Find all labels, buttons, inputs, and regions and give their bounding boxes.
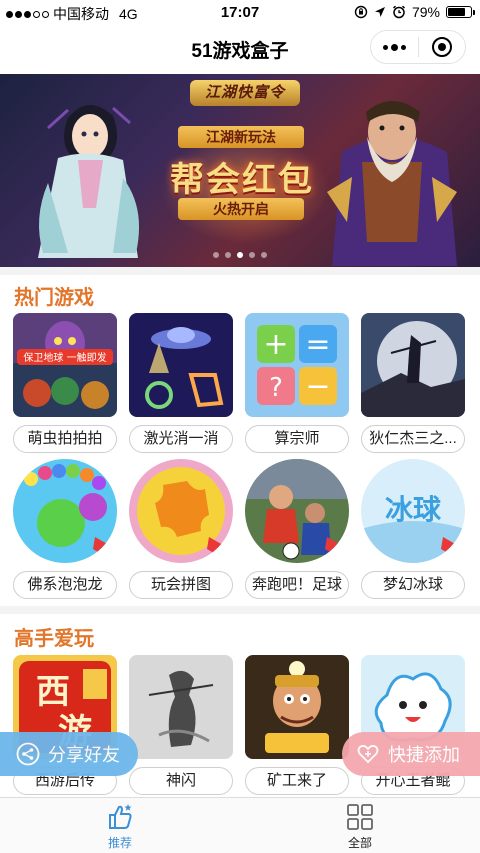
game-thumbnail: 冰球 [361,459,465,563]
banner-dot[interactable] [249,252,255,258]
tab-bar: 推荐 全部 [0,797,480,853]
game-name: 矿工来了 [245,767,349,795]
mini-program-capsule [370,30,466,64]
alarm-icon [392,5,405,19]
share-friends-button[interactable]: 分享好友 [0,732,138,776]
battery-fill [448,8,466,16]
game-thumbnail [13,459,117,563]
game-thumbnail [361,313,465,417]
banner-dot[interactable] [213,252,219,258]
game-name: 萌虫拍拍拍 [13,425,117,453]
section-title-pro: 高手爱玩 [14,628,94,650]
battery-icon [446,6,475,18]
location-arrow-icon [374,7,385,17]
game-thumbnail [129,313,233,417]
game-thumbnail [129,459,233,563]
female-warrior-illustration [38,104,140,258]
status-bar: 中国移动 4G 17:07 79% [0,0,480,24]
battery-percent: 79% [411,4,440,20]
game-name: 佛系泡泡龙 [13,571,117,599]
section-divider [0,267,480,275]
banner-subtitle: 江湖新玩法 [178,126,304,148]
game-name: 梦幻冰球 [361,571,465,599]
banner-dot[interactable] [237,252,243,258]
status-right: 79% [354,4,475,20]
svg-text:?: ? [269,373,283,403]
tab-all[interactable]: 全部 [300,802,420,852]
close-button[interactable] [418,31,465,63]
game-name: 狄仁杰三之... [361,425,465,453]
game-thumbnail: + = ? − [245,313,349,417]
bearded-hero-illustration [327,101,457,266]
more-button[interactable] [371,31,418,63]
tab-recommend[interactable]: 推荐 [60,802,180,852]
game-name: 激光消一消 [129,425,233,453]
banner-dot[interactable] [225,252,231,258]
more-dot-icon [382,44,388,50]
svg-text:保卫地球 一触即发: 保卫地球 一触即发 [23,351,106,364]
share-icon [16,742,40,766]
game-thumbnail: 保卫地球 一触即发 [13,313,117,417]
quick-add-label: 快捷添加 [388,745,460,765]
nav-bar: 51游戏盒子 [0,24,480,72]
banner-dot[interactable] [261,252,267,258]
more-dot-icon [400,44,406,50]
game-name: 玩会拼图 [129,571,233,599]
svg-text:+: + [263,327,288,362]
heart-plus-icon [357,744,379,764]
more-dot-icon [390,43,398,51]
thumbs-up-icon [109,804,132,829]
game-thumbnail [245,459,349,563]
banner-brand: 江湖快富令 [190,80,300,106]
game-thumbnail [129,655,233,759]
svg-text:冰球: 冰球 [385,493,442,526]
banner-button[interactable]: 火热开启 [178,198,304,220]
section-title-hot: 热门游戏 [14,287,94,309]
quick-add-button[interactable]: 快捷添加 [342,732,480,776]
banner-headline: 帮会红包 [170,161,314,199]
tab-label: 推荐 [107,836,132,850]
banner-pagination [0,252,480,258]
svg-text:西: 西 [36,672,70,712]
tab-label: 全部 [347,836,372,850]
lock-rotation-icon [354,5,368,19]
target-icon [431,37,452,57]
game-name: 算宗师 [245,425,349,453]
share-label: 分享好友 [48,745,120,765]
game-thumbnail [245,655,349,759]
promo-banner[interactable]: 江湖快富令 江湖新玩法 帮会红包 火热开启 [0,74,480,267]
svg-text:−: − [305,369,330,404]
game-name: 神闪 [129,767,233,795]
game-name: 奔跑吧！足球 [245,571,349,599]
grid-icon [347,804,373,830]
svg-text:=: = [305,327,330,362]
section-divider [0,606,480,614]
